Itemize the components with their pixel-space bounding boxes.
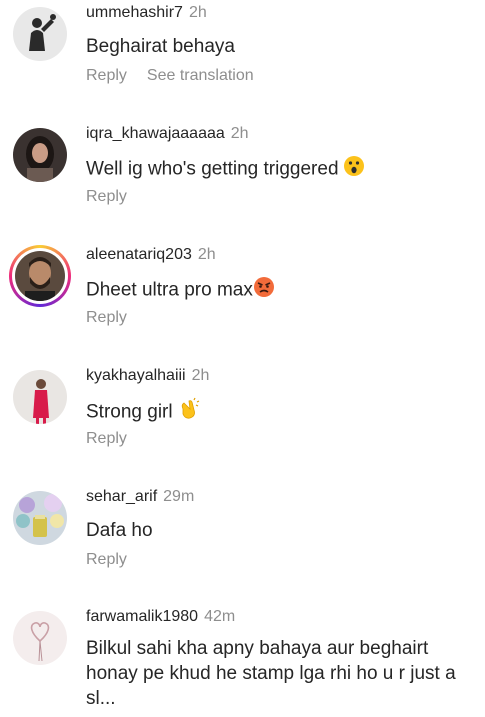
comment-meta: iqra_khawajaaaaaa 2h (86, 125, 249, 143)
username[interactable]: farwamalik1980 (86, 608, 198, 625)
comment-text: Dheet ultra pro max (86, 276, 476, 305)
woman-pink-dress-photo-icon (13, 370, 67, 424)
comment-meta: sehar_arif 29m (86, 488, 194, 506)
username[interactable]: sehar_arif (86, 488, 157, 505)
avatar-story-ring[interactable] (9, 245, 71, 307)
angry-face-icon (253, 276, 275, 305)
timestamp: 2h (188, 4, 207, 21)
silhouette-photo-icon (13, 7, 67, 61)
avatar[interactable] (13, 128, 67, 182)
balloons-photo-icon (13, 491, 67, 545)
comment-actions: Reply (86, 551, 127, 569)
comment-text: Beghairat behaya (86, 34, 476, 59)
heart-balloon-photo-icon (13, 611, 67, 665)
avatar[interactable] (13, 7, 67, 61)
comment-body: Beghairat behaya (86, 36, 235, 57)
reply-button[interactable]: Reply (86, 551, 127, 568)
reply-button[interactable]: Reply (86, 188, 127, 205)
comment-body: Well ig who's getting triggered (86, 158, 339, 180)
astonished-face-icon (343, 155, 365, 184)
comment-text: Bilkul sahi kha apny bahaya aur beghairt… (86, 636, 471, 711)
comment-actions: Reply (86, 430, 127, 448)
username[interactable]: aleenatariq203 (86, 246, 192, 263)
avatar[interactable] (13, 370, 67, 424)
comment-text: Dafa ho (86, 518, 476, 543)
username[interactable]: iqra_khawajaaaaaa (86, 125, 225, 142)
reply-button[interactable]: Reply (86, 67, 127, 84)
timestamp: 29m (163, 488, 195, 505)
comment-meta: aleenatariq203 2h (86, 246, 216, 264)
timestamp: 42m (204, 608, 236, 625)
comment-body: Dafa ho (86, 520, 153, 541)
comment-body: Strong girl (86, 401, 173, 423)
username[interactable]: kyakhayalhaiii (86, 367, 186, 384)
avatar[interactable] (13, 611, 67, 665)
bearded-man-photo-icon (15, 251, 65, 301)
timestamp: 2h (197, 246, 216, 263)
timestamp: 2h (191, 367, 210, 384)
see-translation-button[interactable]: See translation (147, 67, 254, 84)
comment-meta: kyakhayalhaiii 2h (86, 367, 209, 385)
woman-photo-icon (13, 128, 67, 182)
avatar-ring-gap (12, 248, 68, 304)
comment-body: Dheet ultra pro max (86, 279, 253, 301)
comment-text: Strong girl (86, 397, 476, 428)
avatar[interactable] (13, 491, 67, 545)
comment-text: Well ig who's getting triggered (86, 155, 476, 184)
username[interactable]: ummehashir7 (86, 4, 183, 21)
reply-button[interactable]: Reply (86, 309, 127, 326)
comment-actions: Reply (86, 309, 127, 327)
comment-meta: farwamalik1980 42m (86, 608, 235, 626)
comment-actions: Reply See translation (86, 67, 254, 85)
timestamp: 2h (230, 125, 249, 142)
comment-body: Bilkul sahi kha apny bahaya aur beghairt… (86, 638, 456, 709)
comment-meta: ummehashir7 2h (86, 4, 207, 22)
comment-actions: Reply (86, 188, 127, 206)
reply-button[interactable]: Reply (86, 430, 127, 447)
clapping-hands-icon (177, 397, 201, 428)
